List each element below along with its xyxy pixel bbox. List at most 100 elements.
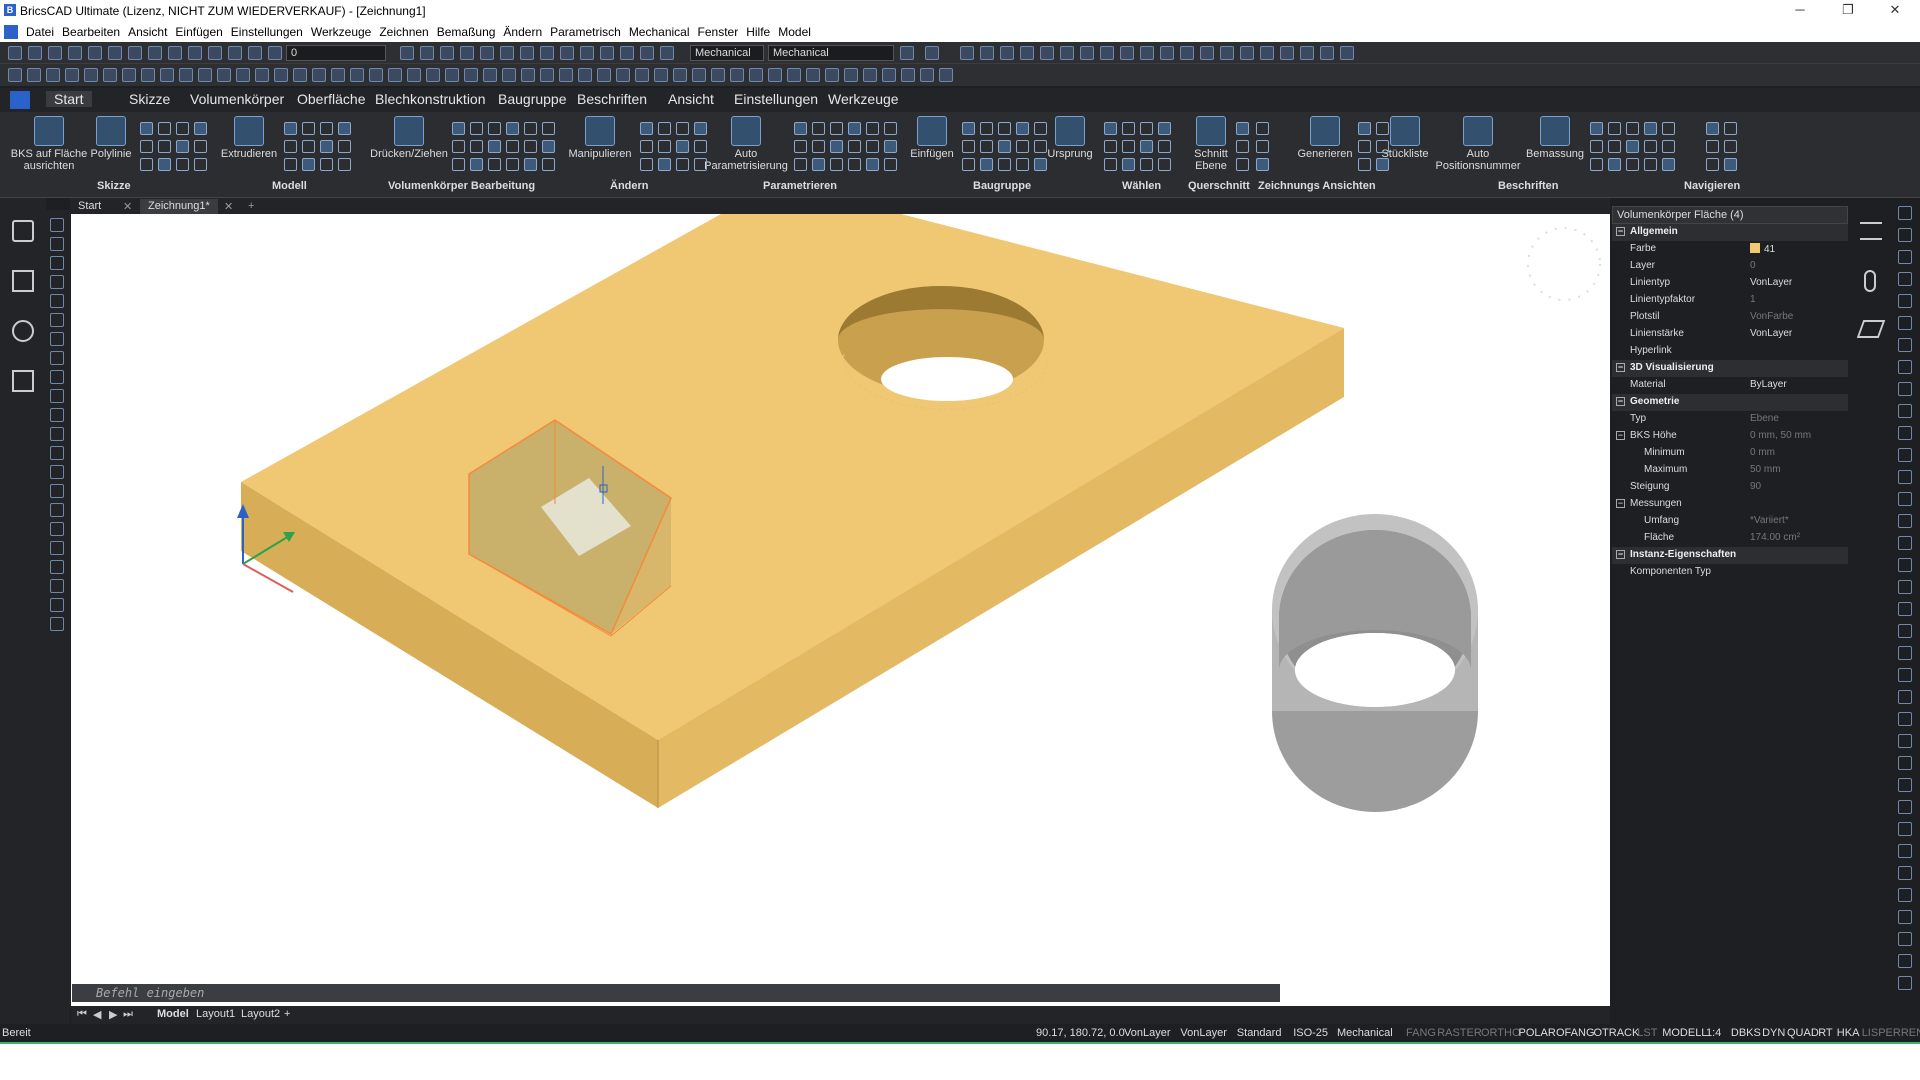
right-tool-icon-15[interactable] — [1898, 536, 1912, 550]
right-tool-icon-29[interactable] — [1898, 844, 1912, 858]
qat2-tool-icon-48[interactable] — [920, 68, 934, 82]
draw-tool-icon-1[interactable] — [50, 237, 64, 251]
qat2-tool-icon-13[interactable] — [255, 68, 269, 82]
status-toggle-6[interactable]: RASTER — [1437, 1027, 1482, 1039]
qat-tool-icon-35[interactable] — [1060, 46, 1074, 60]
ribbon-small-icon-6-3-1[interactable] — [1158, 140, 1171, 153]
ribbon-small-icon-1-2-1[interactable] — [320, 140, 333, 153]
right-tool-icon-34[interactable] — [1898, 954, 1912, 968]
ribbon-small-icon-5-3-2[interactable] — [1016, 158, 1029, 171]
app-button-icon[interactable] — [10, 91, 30, 109]
property-row[interactable]: − Messungen — [1612, 496, 1848, 513]
ribbon-small-icon-3-3-2[interactable] — [694, 158, 707, 171]
property-row[interactable]: Farbe 41 — [1612, 241, 1848, 258]
qat-tool-icon-47[interactable] — [1300, 46, 1314, 60]
qat-tool-icon-29[interactable] — [925, 46, 939, 60]
ribbon-small-icon-6-2-2[interactable] — [1140, 158, 1153, 171]
ribbon-small-icon-2-4-0[interactable] — [524, 122, 537, 135]
qat2-tool-icon-36[interactable] — [692, 68, 706, 82]
status-toggle-18[interactable]: HKA — [1837, 1027, 1860, 1039]
ribbon-small-icon-1-2-2[interactable] — [320, 158, 333, 171]
qat2-tool-icon-44[interactable] — [844, 68, 858, 82]
qat2-tool-icon-22[interactable] — [426, 68, 440, 82]
qat2-tool-icon-14[interactable] — [274, 68, 288, 82]
status-toggle-12[interactable]: MODELL — [1662, 1027, 1707, 1039]
qat2-tool-icon-42[interactable] — [806, 68, 820, 82]
right-tool-icon-20[interactable] — [1898, 646, 1912, 660]
ribbon-small-icon-6-3-0[interactable] — [1158, 122, 1171, 135]
qat-tool-icon-18[interactable] — [480, 46, 494, 60]
ribbon-small-icon-7-0-1[interactable] — [1236, 140, 1249, 153]
property-section[interactable]: − Instanz-Eigenschaften — [1612, 547, 1848, 564]
right-tool-icon-8[interactable] — [1898, 382, 1912, 396]
status-toggle-0[interactable]: VonLayer — [1124, 1027, 1170, 1039]
ribbon-small-icon-4-5-2[interactable] — [884, 158, 897, 171]
new-tab-icon[interactable]: + — [240, 199, 262, 215]
property-value[interactable]: 0 mm, 50 mm — [1750, 430, 1811, 441]
ribbon-small-icon-3-2-1[interactable] — [676, 140, 689, 153]
status-toggle-2[interactable]: Standard — [1237, 1027, 1282, 1039]
status-toggle-13[interactable]: 1:4 — [1706, 1027, 1721, 1039]
status-toggle-5[interactable]: FANG — [1406, 1027, 1436, 1039]
right-tool-icon-6[interactable] — [1898, 338, 1912, 352]
qat-tool-icon-0[interactable] — [8, 46, 22, 60]
attachments-icon[interactable] — [1864, 270, 1876, 292]
ribbon-small-icon-7-0-0[interactable] — [1236, 122, 1249, 135]
ribbon-small-icon-9-3-0[interactable] — [1644, 122, 1657, 135]
ribbon-small-icon-1-0-1[interactable] — [284, 140, 297, 153]
ribbon-small-icon-9-1-0[interactable] — [1608, 122, 1621, 135]
ribbon-small-icon-0-2-1[interactable] — [176, 140, 189, 153]
property-row[interactable]: − BKS Höhe 0 mm, 50 mm — [1612, 428, 1848, 445]
qat2-tool-icon-24[interactable] — [464, 68, 478, 82]
qat-tool-icon-22[interactable] — [560, 46, 574, 60]
qat2-tool-icon-33[interactable] — [635, 68, 649, 82]
ribbon-small-icon-8-1-0[interactable] — [1376, 122, 1389, 135]
ribbon-small-icon-4-2-1[interactable] — [830, 140, 843, 153]
ribbon-small-icon-5-1-2[interactable] — [980, 158, 993, 171]
ribbon-small-icon-0-1-1[interactable] — [158, 140, 171, 153]
property-value[interactable]: VonLayer — [1750, 328, 1792, 339]
qat2-tool-icon-27[interactable] — [521, 68, 535, 82]
property-row[interactable]: Linientypfaktor 1 — [1612, 292, 1848, 309]
ribbon-small-icon-4-3-0[interactable] — [848, 122, 861, 135]
property-value[interactable]: VonFarbe — [1750, 311, 1793, 322]
tab-werkzeuge[interactable]: Werkzeuge — [828, 91, 899, 107]
ribbon-small-icon-9-3-2[interactable] — [1644, 158, 1657, 171]
ribbon-small-icon-3-2-0[interactable] — [676, 122, 689, 135]
right-tool-icon-27[interactable] — [1898, 800, 1912, 814]
ribbon-small-icon-1-2-0[interactable] — [320, 122, 333, 135]
qat2-tool-icon-20[interactable] — [388, 68, 402, 82]
ribbon-small-icon-1-3-1[interactable] — [338, 140, 351, 153]
property-row[interactable]: Minimum 0 mm — [1612, 445, 1848, 462]
draw-tool-icon-11[interactable] — [50, 427, 64, 441]
qat2-tool-icon-16[interactable] — [312, 68, 326, 82]
menu-item-10[interactable]: Mechanical — [625, 22, 694, 42]
property-section[interactable]: − Geometrie — [1612, 394, 1848, 411]
qat2-tool-icon-43[interactable] — [825, 68, 839, 82]
status-toggle-10[interactable]: OTRACK — [1594, 1027, 1640, 1039]
right-tool-icon-0[interactable] — [1898, 206, 1912, 220]
qat2-tool-icon-25[interactable] — [483, 68, 497, 82]
qat-tool-icon-17[interactable] — [460, 46, 474, 60]
layout-tab-layout1[interactable]: Layout1 — [196, 1008, 235, 1020]
right-tool-icon-31[interactable] — [1898, 888, 1912, 902]
ribbon-small-icon-7-1-0[interactable] — [1256, 122, 1269, 135]
qat2-tool-icon-38[interactable] — [730, 68, 744, 82]
qat2-tool-icon-0[interactable] — [8, 68, 22, 82]
ribbon-small-icon-4-1-1[interactable] — [812, 140, 825, 153]
ribbon-small-icon-8-1-2[interactable] — [1376, 158, 1389, 171]
menu-item-11[interactable]: Fenster — [694, 22, 743, 42]
tab-einstellungen[interactable]: Einstellungen — [734, 91, 818, 107]
status-toggle-11[interactable]: LST — [1637, 1027, 1657, 1039]
ribbon-small-icon-8-0-0[interactable] — [1358, 122, 1371, 135]
draw-tool-icon-14[interactable] — [50, 484, 64, 498]
add-layout-icon[interactable]: + — [284, 1008, 290, 1020]
ribbon-small-icon-2-3-1[interactable] — [506, 140, 519, 153]
ribbon-small-icon-9-1-2[interactable] — [1608, 158, 1621, 171]
tab-oberflaeche[interactable]: Oberfläche — [297, 91, 365, 107]
ribbon-small-icon-6-3-2[interactable] — [1158, 158, 1171, 171]
right-tool-icon-16[interactable] — [1898, 558, 1912, 572]
right-tool-icon-7[interactable] — [1898, 360, 1912, 374]
right-tool-icon-9[interactable] — [1898, 404, 1912, 418]
ribbon-small-icon-2-5-2[interactable] — [542, 158, 555, 171]
